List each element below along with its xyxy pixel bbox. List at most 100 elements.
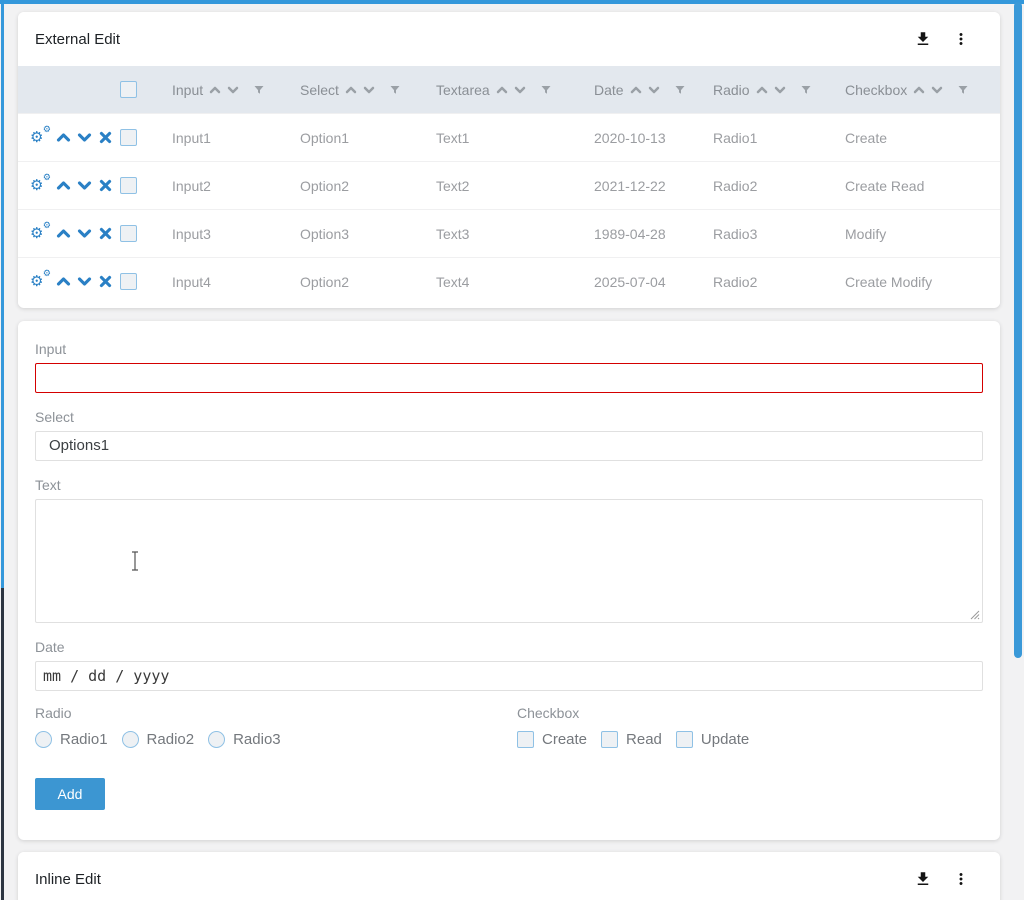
cell-textarea: Text2 [436,178,594,194]
row-delete-icon[interactable] [98,178,113,193]
input-field[interactable] [35,363,983,393]
filter-icon[interactable] [540,84,552,96]
table-row: ⚙⚙ Input3 Option3 Text3 1989-04-28 Radio… [18,209,1000,257]
column-label: Select [300,82,339,98]
cell-select: Option2 [300,178,436,194]
kebab-menu-icon[interactable] [952,30,970,48]
column-label: Checkbox [845,82,907,98]
radio-button[interactable] [35,731,52,748]
row-move-down-icon[interactable] [77,130,92,145]
select-label: Select [35,409,983,426]
sort-asc-icon[interactable] [756,84,768,96]
checkbox[interactable] [676,731,693,748]
row-move-down-icon[interactable] [77,226,92,241]
card-header: External Edit [18,12,1000,66]
vertical-scrollbar-thumb[interactable] [1014,2,1022,658]
radio-group: Radio1 Radio2 Radio3 [35,731,517,748]
sort-asc-icon[interactable] [630,84,642,96]
sort-asc-icon[interactable] [345,84,357,96]
left-edge-line-blue [1,0,4,588]
filter-icon[interactable] [389,84,401,96]
row-checkbox[interactable] [120,129,137,146]
add-button[interactable]: Add [35,778,105,810]
cell-checkbox: Create Modify [845,274,1000,290]
cell-input: Input1 [172,130,300,146]
table-row: ⚙⚙ Input4 Option2 Text4 2025-07-04 Radio… [18,257,1000,305]
sort-desc-icon[interactable] [363,84,375,96]
textarea-field[interactable] [35,499,983,623]
cell-radio: Radio3 [713,226,845,242]
row-move-up-icon[interactable] [56,226,71,241]
row-delete-icon[interactable] [98,226,113,241]
cell-input: Input2 [172,178,300,194]
sort-asc-icon[interactable] [209,84,221,96]
row-checkbox[interactable] [120,273,137,290]
table-row: ⚙⚙ Input1 Option1 Text1 2020-10-13 Radio… [18,113,1000,161]
checkbox[interactable] [517,731,534,748]
cog-small-icon: ⚙ [43,173,51,182]
radio-option-label: Radio3 [233,731,281,748]
text-label: Text [35,477,983,494]
column-header-radio: Radio [713,82,845,98]
checkbox-option-label: Create [542,731,587,748]
row-settings-icon[interactable]: ⚙⚙ [30,273,50,291]
filter-icon[interactable] [674,84,686,96]
cell-radio: Radio2 [713,274,845,290]
radio-button[interactable] [122,731,139,748]
row-move-down-icon[interactable] [77,178,92,193]
download-icon[interactable] [914,870,932,888]
cell-date: 2025-07-04 [594,274,713,290]
row-move-up-icon[interactable] [56,130,71,145]
row-settings-icon[interactable]: ⚙⚙ [30,177,50,195]
row-move-up-icon[interactable] [56,274,71,289]
kebab-menu-icon[interactable] [952,870,970,888]
column-label: Input [172,82,203,98]
filter-icon[interactable] [253,84,265,96]
sort-desc-icon[interactable] [931,84,943,96]
column-label: Date [594,82,624,98]
sort-desc-icon[interactable] [227,84,239,96]
cell-radio: Radio1 [713,130,845,146]
checkbox-group-label: Checkbox [517,705,983,722]
sort-asc-icon[interactable] [913,84,925,96]
date-input[interactable]: mm / dd / yyyy [35,661,983,691]
column-label: Radio [713,82,750,98]
row-move-up-icon[interactable] [56,178,71,193]
row-delete-icon[interactable] [98,274,113,289]
filter-icon[interactable] [800,84,812,96]
cell-select: Option3 [300,226,436,242]
download-icon[interactable] [914,30,932,48]
sort-asc-icon[interactable] [496,84,508,96]
cell-textarea: Text1 [436,130,594,146]
cog-small-icon: ⚙ [43,125,51,134]
column-header-date: Date [594,82,713,98]
date-label: Date [35,639,983,656]
card-header: Inline Edit [18,852,1000,900]
cell-checkbox: Create [845,130,1000,146]
cell-date: 2021-12-22 [594,178,713,194]
row-delete-icon[interactable] [98,130,113,145]
checkbox[interactable] [601,731,618,748]
row-settings-icon[interactable]: ⚙⚙ [30,129,50,147]
sort-desc-icon[interactable] [648,84,660,96]
inline-edit-card: Inline Edit [18,852,1000,900]
table-header-row: Input Select Textarea Date Radio [18,66,1000,113]
column-label: Textarea [436,82,490,98]
radio-button[interactable] [208,731,225,748]
row-move-down-icon[interactable] [77,274,92,289]
top-accent-bar [0,0,1024,4]
filter-icon[interactable] [957,84,969,96]
row-settings-icon[interactable]: ⚙⚙ [30,225,50,243]
sort-desc-icon[interactable] [514,84,526,96]
row-checkbox[interactable] [120,225,137,242]
select-input[interactable]: Options1 [35,431,983,461]
select-all-checkbox[interactable] [120,81,137,98]
sort-desc-icon[interactable] [774,84,786,96]
column-header-input: Input [172,82,300,98]
cell-textarea: Text3 [436,226,594,242]
column-header-checkbox: Checkbox [845,82,1000,98]
cell-checkbox: Modify [845,226,1000,242]
row-checkbox[interactable] [120,177,137,194]
radio-option-label: Radio2 [147,731,195,748]
radio-group-label: Radio [35,705,517,722]
